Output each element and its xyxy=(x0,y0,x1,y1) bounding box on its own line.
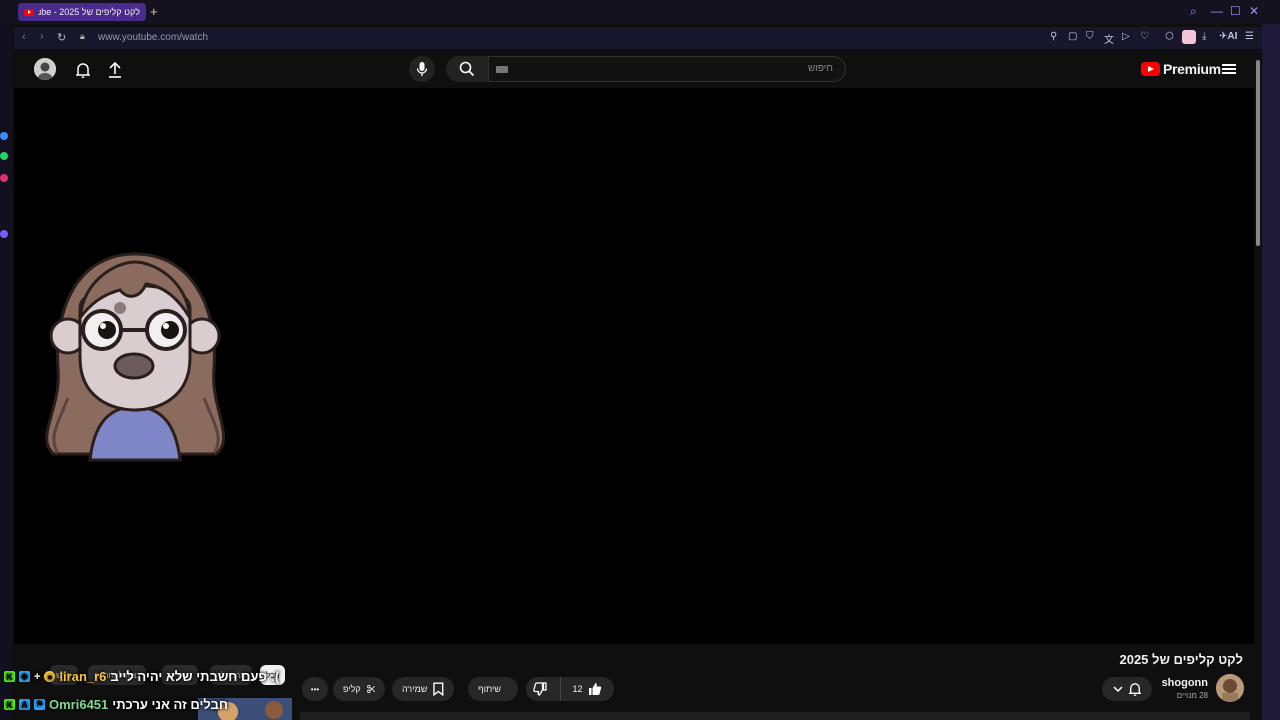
channel-name[interactable]: shogonn xyxy=(1162,677,1208,689)
browser-search-icon[interactable]: ⌕ xyxy=(1190,4,1197,19)
chevron-down-icon xyxy=(1113,686,1123,693)
ai-button[interactable]: ✈AI xyxy=(1219,31,1237,42)
coin-badge-icon: ● xyxy=(44,671,56,682)
bell-icon xyxy=(1129,683,1141,696)
more-icon: ••• xyxy=(310,684,320,694)
streamer-avatar-overlay xyxy=(28,248,242,464)
profile-ext-icon[interactable] xyxy=(1182,30,1196,44)
search-icon xyxy=(459,61,475,77)
account-avatar[interactable] xyxy=(34,58,56,80)
share-icon xyxy=(506,688,508,690)
download-icon[interactable]: ⤓ xyxy=(1202,31,1206,42)
logo-text: Premium xyxy=(1163,61,1221,77)
kick-badge-icon: K xyxy=(4,699,15,710)
moderator-badge-icon: ⚑ xyxy=(34,699,45,710)
subscriber-count: 28 מנויים xyxy=(1176,691,1208,700)
upload-icon xyxy=(109,62,121,78)
plus-icon: + xyxy=(34,670,41,683)
share-button[interactable]: שיתוף xyxy=(468,677,518,701)
channel-avatar-image xyxy=(1216,674,1244,702)
video-title: לקט קליפים של 2025 xyxy=(1119,652,1243,667)
notifications-button[interactable] xyxy=(73,60,93,80)
bookmark-icon xyxy=(433,682,444,696)
search-button[interactable] xyxy=(446,56,488,82)
new-tab-button[interactable]: + xyxy=(150,4,158,19)
heart-icon[interactable]: ♡ xyxy=(1140,31,1149,42)
subscription-bell-button[interactable] xyxy=(1102,677,1152,701)
search-placeholder: חיפוש xyxy=(808,63,833,74)
reload-icon[interactable]: ↻ xyxy=(57,31,66,44)
chat-message: K ◆ + ● liran_r6 פעם חשבתי שלא יהיה לייב… xyxy=(4,669,279,684)
pin-icon[interactable]: ⚲ xyxy=(1050,31,1057,42)
browser-sidebar xyxy=(0,24,12,720)
extensions-icon[interactable]: ⬡ xyxy=(1165,31,1174,42)
like-count: 12 xyxy=(572,684,583,694)
clip-button[interactable]: קליפ xyxy=(333,677,385,701)
url-text[interactable]: www.youtube.com/watch xyxy=(98,32,208,43)
search-input[interactable]: חיפוש xyxy=(488,56,846,82)
chat-text: חבלים זה אני ערכתי xyxy=(112,697,228,712)
avatar-icon xyxy=(34,58,56,80)
save-button[interactable]: שמירה xyxy=(392,677,454,701)
close-icon[interactable]: ✕ xyxy=(1249,4,1259,18)
channel-avatar[interactable] xyxy=(1216,674,1244,702)
shield-icon[interactable]: ⛉ xyxy=(1086,31,1094,42)
bell-icon xyxy=(76,63,90,78)
chat-username: liran_r6 xyxy=(59,669,107,684)
more-actions-button[interactable]: ••• xyxy=(302,677,328,701)
browser-tab-title: לקט קליפים של 2025 - YouTube xyxy=(38,7,140,17)
scrollbar-thumb[interactable] xyxy=(1256,60,1260,246)
microphone-icon xyxy=(416,62,428,76)
chat-username: Omri6451 xyxy=(49,697,109,712)
translate-icon[interactable]: 文 xyxy=(1104,31,1114,46)
sidebar-app-icon[interactable] xyxy=(0,230,8,238)
lock-icon: 🔒︎ xyxy=(80,31,85,41)
chat-text: פעם חשבתי שלא יהיה לייב :( xyxy=(110,669,280,684)
like-button[interactable]: 12 xyxy=(559,677,614,701)
keyboard-icon[interactable] xyxy=(496,66,508,73)
play-ext-icon[interactable]: ▷ xyxy=(1122,31,1130,42)
clip-label: קליפ xyxy=(343,684,361,694)
like-dislike-group: 12 xyxy=(526,677,614,701)
create-upload-button[interactable] xyxy=(105,60,125,80)
browser-menu-icon[interactable]: ☰ xyxy=(1245,31,1254,42)
subscriber-badge-icon: A xyxy=(19,699,30,710)
snapshot-icon[interactable]: ▢ xyxy=(1068,31,1077,42)
dislike-button[interactable] xyxy=(526,677,554,701)
minimize-icon[interactable]: — xyxy=(1211,4,1223,18)
related-shelf xyxy=(300,712,1250,720)
whatsapp-icon[interactable] xyxy=(0,152,8,160)
kick-badge-icon: K xyxy=(4,671,15,682)
browser-tab[interactable]: לקט קליפים של 2025 - YouTube xyxy=(18,3,146,21)
youtube-favicon-icon xyxy=(24,8,34,16)
instagram-icon[interactable] xyxy=(0,174,8,182)
right-edge-strip xyxy=(1262,24,1280,720)
gem-badge-icon: ◆ xyxy=(19,671,30,682)
save-label: שמירה xyxy=(402,684,428,694)
share-label: שיתוף xyxy=(478,684,501,694)
chat-message: K A ⚑ Omri6451 חבלים זה אני ערכתי xyxy=(4,697,228,712)
maximize-icon[interactable]: ☐ xyxy=(1230,4,1241,18)
forward-icon[interactable]: › xyxy=(40,31,44,43)
scissors-icon xyxy=(366,684,375,694)
guide-menu-icon[interactable] xyxy=(1222,62,1236,76)
back-icon[interactable]: ‹ xyxy=(22,31,26,43)
youtube-play-icon xyxy=(1141,62,1160,76)
thumbs-up-icon xyxy=(589,683,602,695)
browser-tab-bar: לקט קליפים של 2025 - YouTube + ⌕ — ☐ ✕ xyxy=(0,0,1280,24)
voice-search-button[interactable] xyxy=(409,56,435,82)
sidebar-app-icon[interactable] xyxy=(0,132,8,140)
thumbs-down-icon xyxy=(533,682,547,696)
youtube-logo[interactable]: Premium xyxy=(1141,61,1221,77)
